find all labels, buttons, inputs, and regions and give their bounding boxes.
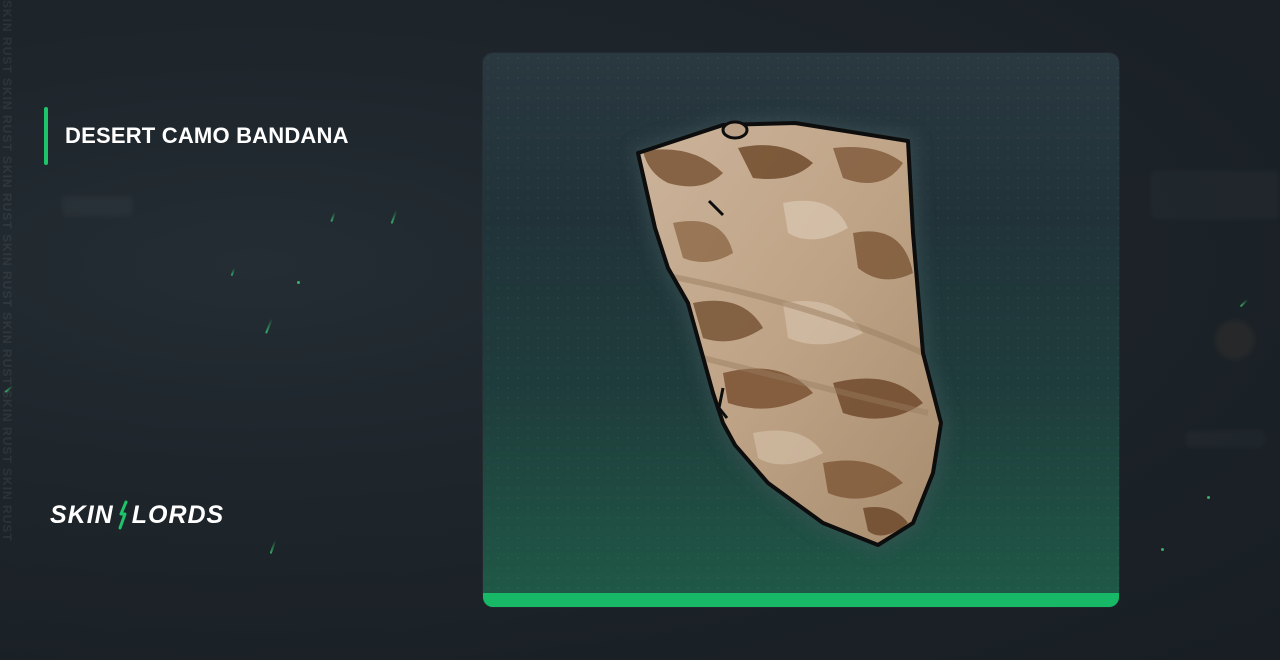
blurred-subtitle — [62, 196, 132, 216]
sparkle — [1207, 496, 1210, 499]
bandana-knot — [721, 120, 749, 140]
sparkle — [1239, 298, 1249, 308]
sparkle — [390, 210, 398, 224]
sparkle — [269, 540, 277, 554]
sparkle — [1161, 548, 1164, 551]
logo-text-left: SKIN — [50, 500, 114, 529]
logo-text-right: LORDS — [131, 500, 225, 529]
logo-slash-icon — [118, 500, 128, 530]
item-title-block: DESERT CAMO BANDANA — [44, 107, 349, 165]
background-ghost — [1215, 320, 1255, 360]
side-watermark: SKIN RUST SKIN RUST SKIN RUST SKIN RUST … — [0, 0, 14, 542]
rarity-bar — [483, 593, 1119, 607]
brand-logo: SKIN LORDS — [50, 500, 224, 530]
item-title: DESERT CAMO BANDANA — [65, 123, 349, 148]
sparkle — [297, 281, 300, 284]
camo-bandana-icon — [633, 117, 949, 553]
title-accent-bar — [44, 107, 48, 165]
background-ghost — [1185, 430, 1265, 448]
sparkle — [330, 211, 336, 223]
item-card — [483, 53, 1119, 607]
sparkle — [230, 267, 236, 277]
sparkle — [265, 318, 273, 334]
item-showcase-page: SKIN RUST SKIN RUST SKIN RUST SKIN RUST … — [0, 0, 1280, 660]
background-ghost — [1150, 170, 1280, 220]
